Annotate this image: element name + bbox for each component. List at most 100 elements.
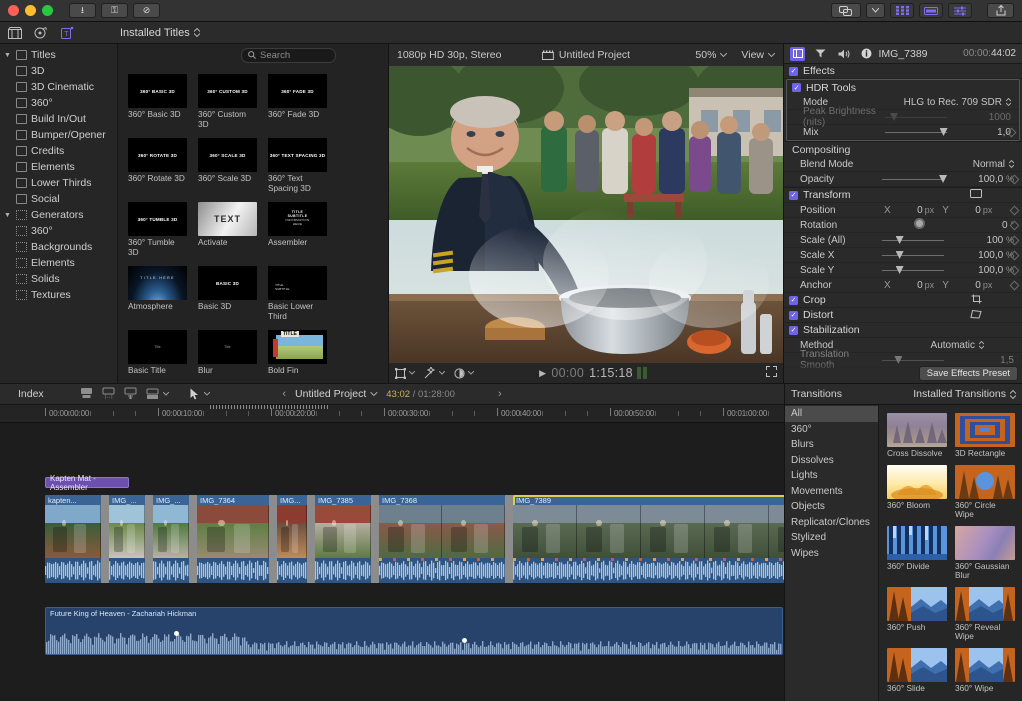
timeline-clip[interactable]: IMG_7364 [197,495,269,583]
filter-inspector-tab[interactable] [813,47,828,61]
distort-section-header[interactable]: ✓ Distort [784,308,1022,323]
scale-all-slider[interactable] [882,235,944,245]
transition-thumbnail[interactable] [887,586,947,621]
rotation-row[interactable]: Rotation 0 ° [784,218,1022,233]
clip-gap[interactable] [101,495,109,583]
title-item[interactable]: BASIC 3D Basic 3D [198,266,257,321]
clip-gap[interactable] [189,495,197,583]
crop-onscreen-button[interactable] [971,294,982,307]
timeline-icon[interactable] [919,3,943,18]
transition-category[interactable]: Lights [785,468,878,484]
titles-generators-icon[interactable]: T [60,26,74,40]
snapping-icon[interactable] [124,387,137,402]
transition-thumbnail[interactable] [955,525,1015,560]
transition-category[interactable]: Dissolves [785,453,878,469]
transition-thumbnail[interactable] [955,464,1015,499]
timeline-clip[interactable]: IMG_7389 [513,495,784,583]
keyframe-dot[interactable] [174,631,179,636]
photos-audio-icon[interactable] [34,26,48,40]
scale-all-row[interactable]: Scale (All) 100 % [784,233,1022,248]
sidebar-item-lower-thirds[interactable]: Lower Thirds [0,175,117,191]
timeline-ruler[interactable]: 00:00:00:00 00:00:10:00 00:00:20:00 00:00:3… [0,405,784,423]
sidebar-item-generators-elements[interactable]: Elements [0,255,117,271]
title-thumbnail[interactable]: 360° TUMBLE 3D [128,202,187,236]
clip-gap[interactable] [505,495,513,583]
sidebar-item-solids[interactable]: Solids [0,271,117,287]
index-button[interactable]: Index [0,388,44,400]
transition-thumbnail[interactable] [887,647,947,682]
timeline-clip[interactable]: IMG_... [153,495,189,583]
viewer-project-popup[interactable]: Untitled Project [541,49,630,61]
clip-skimming-icon[interactable]: |↔| [102,387,115,402]
opacity-slider[interactable] [882,174,948,184]
timeline-project-popup[interactable]: Untitled Project [295,388,378,400]
disclosure-triangle-icon[interactable]: ▼ [4,52,12,59]
transition-category[interactable]: Blurs [785,437,878,453]
transition-category[interactable]: Movements [785,484,878,500]
key-icon[interactable]: ⚿ [101,3,128,18]
clip-appearance-icon[interactable] [80,387,93,402]
save-effects-preset-button[interactable]: Save Effects Preset [918,366,1018,381]
mix-slider[interactable] [885,127,948,137]
title-thumbnail[interactable]: TEXT [198,202,257,236]
transition-thumbnail[interactable] [887,464,947,499]
clip-gap[interactable] [371,495,379,583]
inspector-icon[interactable] [948,3,972,18]
sidebar-item-textures[interactable]: Textures [0,287,117,303]
timeline-panel[interactable]: 00:00:00:00 00:00:10:00 00:00:20:00 00:00:3… [0,405,784,701]
title-item[interactable]: TEXT Activate [198,202,257,257]
browser-icon[interactable] [890,3,914,18]
timeline-clip[interactable]: IMG_7385 [315,495,371,583]
transition-thumbnail[interactable] [955,413,1015,447]
title-thumbnail[interactable]: 360° SCALE 3D [198,138,257,172]
transition-category[interactable]: All [785,406,878,422]
chevron-down-icon[interactable] [866,3,885,18]
maximize-button[interactable] [42,5,53,16]
position-y-field[interactable]: Y 0 px [942,205,992,216]
title-thumbnail[interactable]: TITLE HERE [128,266,187,300]
sidebar-item-credits[interactable]: Credits [0,143,117,159]
mix-row[interactable]: Mix 1,0 [787,125,1019,140]
disclosure-triangle-icon[interactable]: ▼ [4,212,12,219]
effects-checkbox[interactable]: ✓ [789,66,798,76]
title-item[interactable]: 360° SCALE 3D 360° Scale 3D [198,138,257,193]
transition-item[interactable]: 360° Divide [887,525,947,581]
sidebar-item-360[interactable]: 360° [0,95,117,111]
title-thumbnail[interactable]: 360° BASIC 3D [128,74,187,108]
sidebar-item-3d[interactable]: 3D [0,63,117,79]
sidebar-item-social[interactable]: Social [0,191,117,207]
installed-transitions-popup[interactable]: Installed Transitions [913,388,1016,400]
transform-section-header[interactable]: ✓ Transform [784,188,1022,203]
title-thumbnail[interactable]: Title [198,330,257,364]
sidebar-item-bumper-opener[interactable]: Bumper/Opener [0,127,117,143]
transition-category[interactable]: Replicator/Clones [785,515,878,531]
info-inspector-tab[interactable] [859,47,874,61]
title-thumbnail[interactable]: Title [128,330,187,364]
title-thumbnail[interactable]: 360° ROTATE 3D [128,138,187,172]
title-item[interactable]: Title Basic Title [128,330,187,376]
transition-thumbnail[interactable] [887,525,947,560]
sidebar-item-backgrounds[interactable]: Backgrounds [0,239,117,255]
transform-icon[interactable] [395,367,415,379]
tool-select-icon[interactable] [190,388,210,400]
audio-meters[interactable] [637,367,648,379]
hdr-tools-checkbox[interactable]: ✓ [792,83,801,92]
sidebar-item-3d-cinematic[interactable]: 3D Cinematic [0,79,117,95]
anchor-keyframe-button[interactable] [1009,280,1020,290]
title-thumbnail[interactable]: BASIC 3D [198,266,257,300]
timeline-timecode[interactable]: 43:02 / 01:28:00 [386,389,455,400]
anchor-row[interactable]: Anchor X 0 px Y 0 px [784,278,1022,293]
keyframe-dot[interactable] [462,638,467,643]
transform-onscreen-button[interactable] [970,189,982,201]
share-icon[interactable] [987,3,1014,18]
scale-y-slider[interactable] [882,265,944,275]
title-item[interactable]: 360° FADE 3D 360° Fade 3D [268,74,327,129]
crop-section-header[interactable]: ✓ Crop [784,293,1022,308]
timeline-scrollbar[interactable] [210,405,330,409]
viewer-timecode[interactable]: ▶ 00:00 1:15:18 [539,366,633,380]
media-icon[interactable] [831,3,861,18]
search-input[interactable]: Search [241,47,336,63]
transition-item[interactable]: 360° Push [887,586,947,642]
transition-thumbnail[interactable] [955,586,1015,621]
transition-item[interactable]: 360° Bloom [887,464,947,520]
